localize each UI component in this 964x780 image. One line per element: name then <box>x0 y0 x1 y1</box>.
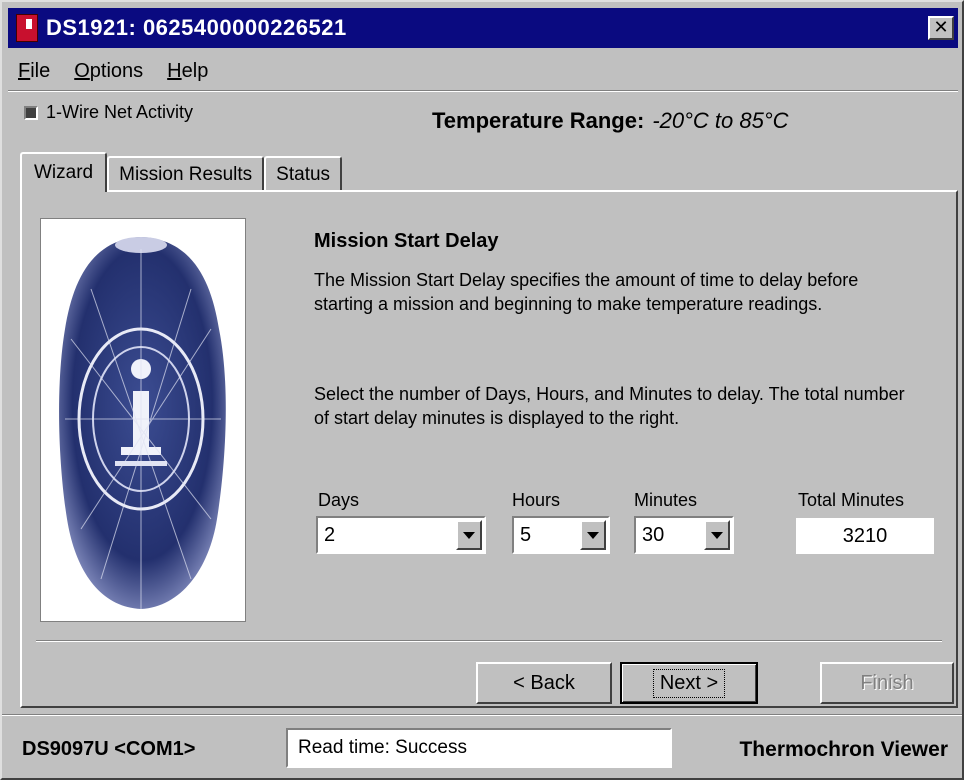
total-minutes-label: Total Minutes <box>798 490 905 510</box>
total-minutes-value: 3210 <box>796 518 934 554</box>
wizard-description: The Mission Start Delay specifies the am… <box>314 270 859 314</box>
status-message: Read time: Success <box>286 728 672 768</box>
temperature-range-value: -20°C to 85°C <box>652 108 789 133</box>
finish-button[interactable]: Finish <box>820 662 954 704</box>
app-icon <box>16 14 38 42</box>
net-activity-label: 1-Wire Net Activity <box>46 102 194 122</box>
next-button-label: Next > <box>652 668 726 698</box>
tab-mission-results[interactable]: Mission Results <box>107 156 265 192</box>
statusbar-separator <box>2 714 962 716</box>
wizard-heading: Mission Start Delay <box>314 230 499 252</box>
status-port: DS9097U <COM1> <box>22 738 196 760</box>
minutes-dropdown[interactable]: 30 <box>634 516 734 554</box>
hours-value: 5 <box>520 523 532 546</box>
hours-dropdown[interactable]: 5 <box>512 516 610 554</box>
hours-dropdown-arrow-icon[interactable] <box>580 520 606 550</box>
app-window: DS1921: 0625400000226521 ✕ File Options … <box>0 0 964 780</box>
menu-separator <box>8 90 958 92</box>
temperature-range: Temperature Range: -20°C to 85°C <box>432 108 789 134</box>
minutes-label: Minutes <box>634 490 698 510</box>
hours-label: Hours <box>512 490 561 510</box>
window-title: DS1921: 0625400000226521 <box>46 15 347 40</box>
days-value: 2 <box>324 523 336 546</box>
tab-status[interactable]: Status <box>264 156 343 192</box>
next-button[interactable]: Next > <box>620 662 758 704</box>
wizard-instructions: Select the number of Days, Hours, and Mi… <box>314 384 905 428</box>
days-dropdown[interactable]: 2 <box>316 516 486 554</box>
days-dropdown-arrow-icon[interactable] <box>456 520 482 550</box>
net-activity-indicator: 1-Wire Net Activity <box>24 102 193 123</box>
status-app-name: Thermochron Viewer <box>739 738 948 761</box>
minutes-value: 30 <box>642 523 665 546</box>
activity-led-icon <box>24 105 38 120</box>
close-button[interactable]: ✕ <box>928 16 954 40</box>
back-button[interactable]: < Back <box>476 662 612 704</box>
panel-separator <box>36 640 942 642</box>
minutes-dropdown-arrow-icon[interactable] <box>704 520 730 550</box>
temperature-range-label: Temperature Range: <box>432 108 645 133</box>
wizard-panel: Mission Start Delay The Mission Start De… <box>20 190 958 708</box>
title-bar[interactable]: DS1921: 0625400000226521 ✕ <box>8 8 958 48</box>
menu-file[interactable]: File <box>18 60 50 83</box>
menu-options[interactable]: Options <box>74 60 143 83</box>
days-label: Days <box>318 490 360 510</box>
menu-help[interactable]: Help <box>167 60 208 83</box>
tab-wizard[interactable]: Wizard <box>20 152 108 192</box>
menu-bar: File Options Help <box>8 54 222 88</box>
tab-strip: Wizard Mission Results Status <box>20 152 343 192</box>
ibutton-logo-image <box>40 218 246 622</box>
